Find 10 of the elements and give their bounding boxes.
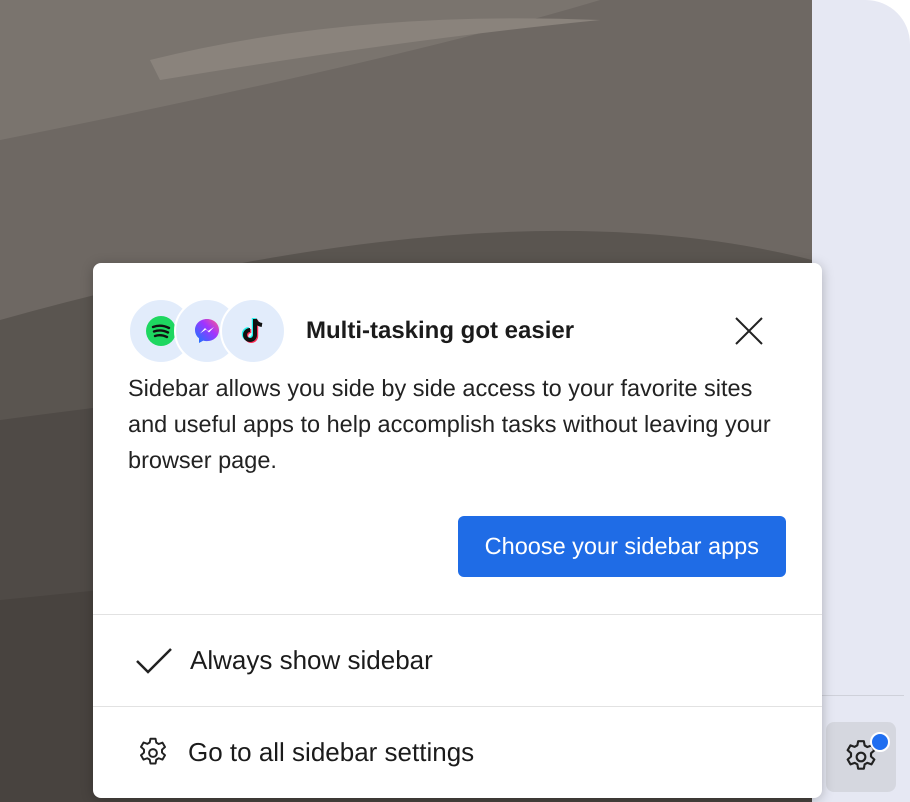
primary-button[interactable]: Choose your sidebar apps [458, 516, 786, 577]
menu-item[interactable]: Always show sidebar [93, 614, 822, 706]
menu-item[interactable]: Go to all sidebar settings [93, 706, 822, 798]
menu-label: Go to all sidebar settings [188, 736, 474, 769]
settings-button[interactable] [826, 722, 896, 792]
popup-description: Sidebar allows you side by side access to your favorite sites and useful apps to help accomplish tasks without leaving your browser page. [128, 374, 772, 475]
menu-label: Always show sidebar [190, 644, 433, 677]
spotify-icon [146, 316, 176, 346]
close-icon [735, 317, 763, 345]
popup-title: Multi-tasking got easier [306, 316, 574, 346]
